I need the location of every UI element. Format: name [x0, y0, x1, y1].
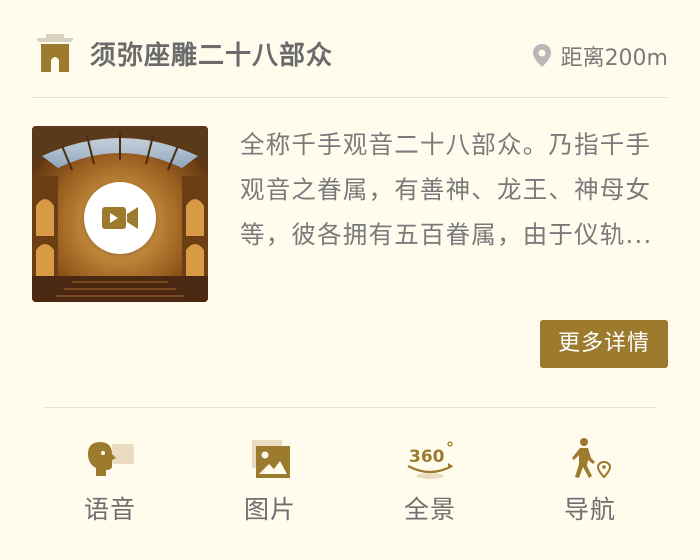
nav-panorama-label: 全景 [403, 495, 456, 524]
nav-panorama[interactable]: 360 全景 [370, 436, 490, 526]
distance-info: 距离200m [531, 40, 668, 72]
audio-guide-icon [88, 442, 134, 476]
video-camera-icon [102, 207, 138, 229]
action-bar: 语音 图片 360 全景 导航 [0, 436, 700, 536]
nav-audio-label: 语音 [83, 495, 136, 524]
play-video-button[interactable] [84, 182, 156, 254]
building-icon [36, 34, 74, 72]
svg-text:360: 360 [409, 447, 445, 467]
nav-navigation-label: 导航 [563, 495, 616, 524]
image-icon [252, 440, 290, 478]
panorama-360-icon: 360 [407, 441, 453, 479]
poi-description: 全称千手观音二十八部众。乃指千手观音之眷属，有善神、龙王、神母女等，彼各拥有五百… [240, 130, 653, 249]
nav-images[interactable]: 图片 [210, 436, 330, 526]
nav-images-label: 图片 [243, 495, 296, 524]
nav-audio[interactable]: 语音 [50, 436, 170, 526]
poi-header: 须弥座雕二十八部众 距离200m [32, 28, 668, 80]
distance-text: 距离200m [560, 46, 668, 71]
navigation-icon [572, 438, 612, 479]
divider [44, 407, 656, 408]
more-details-button[interactable]: 更多详情 [540, 320, 668, 368]
divider [32, 97, 668, 98]
nav-navigation[interactable]: 导航 [530, 436, 650, 526]
poi-title: 须弥座雕二十八部众 [90, 41, 334, 71]
video-thumbnail[interactable] [32, 126, 208, 302]
location-pin-icon [532, 44, 551, 67]
